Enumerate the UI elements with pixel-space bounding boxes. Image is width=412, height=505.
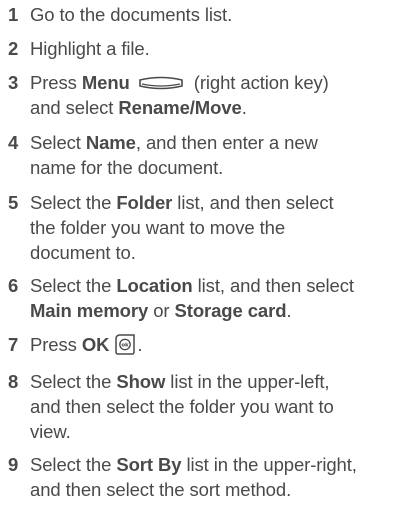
step-number: 5 <box>8 192 19 213</box>
ok-key-icon: ok <box>113 333 137 356</box>
step-number: 8 <box>8 371 19 392</box>
step-text: Press OK ok. <box>30 333 143 356</box>
step-number: 4 <box>8 132 19 153</box>
step-text: Highlight a file. <box>30 38 150 59</box>
step-text: Press Menu (right action key) and select … <box>30 72 329 118</box>
step-number: 2 <box>8 38 19 59</box>
step-number: 1 <box>8 4 19 25</box>
menu-key-icon <box>138 76 184 90</box>
step-text: Select the Sort By list in the upper-rig… <box>30 454 357 500</box>
step-text: Select Name, and then enter a new name fo… <box>30 132 318 178</box>
step-number: 3 <box>8 72 19 93</box>
step-text: Select the Show list in the upper-left, a… <box>30 371 334 442</box>
step-number: 6 <box>8 275 19 296</box>
svg-text:ok: ok <box>122 343 130 349</box>
step-text: Go to the documents list. <box>30 4 233 25</box>
instruction-steps: 1 Go to the documents list. 2 Highlight … <box>0 0 412 505</box>
step-number: 9 <box>8 454 19 475</box>
step-text: Select the Location list, and then selec… <box>30 275 354 321</box>
step-text: Select the Folder list, and then select t… <box>30 192 334 263</box>
step-number: 7 <box>8 334 19 355</box>
